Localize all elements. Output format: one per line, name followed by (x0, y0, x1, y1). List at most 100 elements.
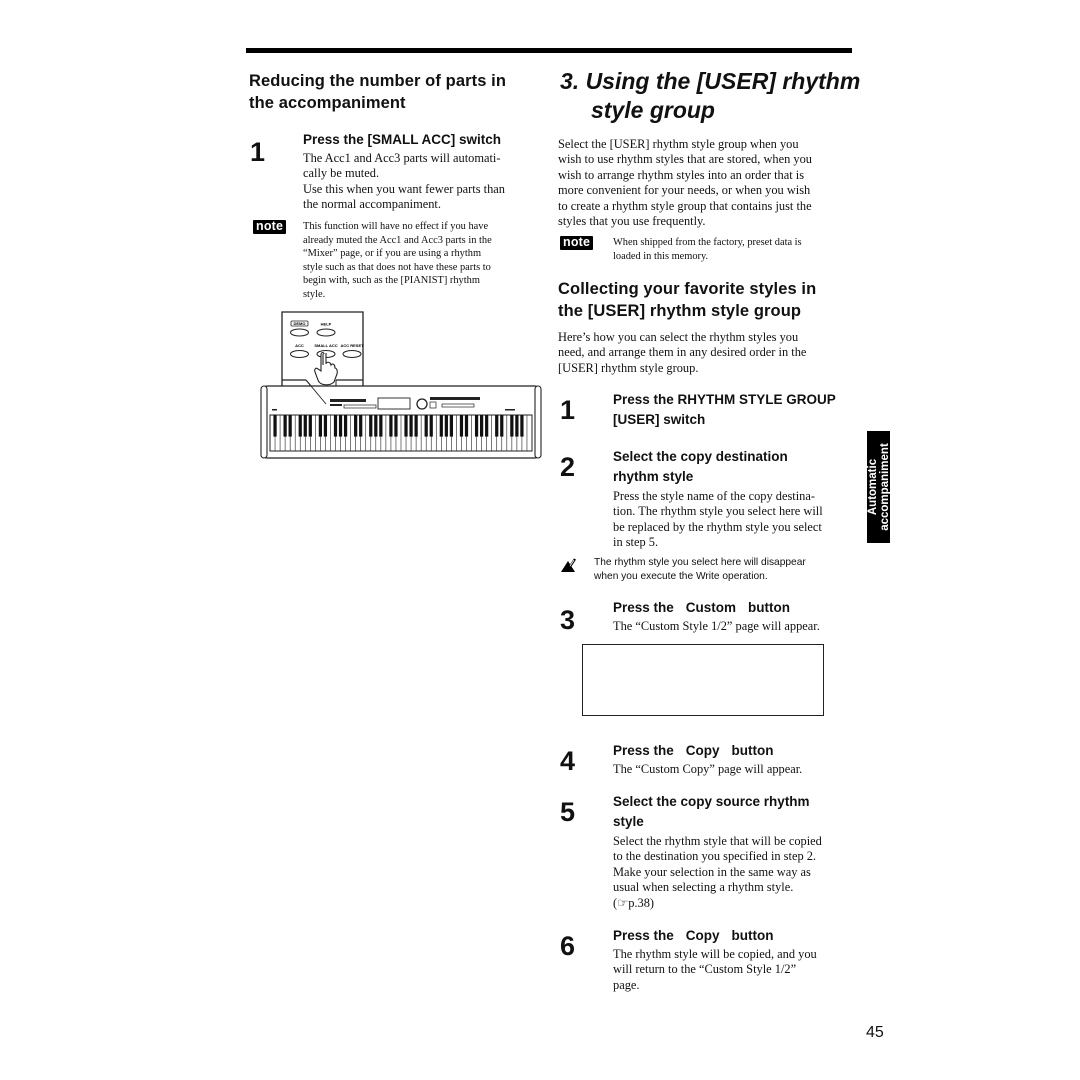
side-tab-line: accompaniment (878, 443, 891, 531)
black-key (333, 415, 338, 437)
subheading: Collecting your favorite styles in the [… (558, 278, 816, 322)
step-number: 5 (560, 797, 576, 827)
step-number: 6 (560, 931, 576, 961)
body-line: Select the [USER] rhythm style group whe… (558, 137, 799, 151)
black-key (459, 415, 464, 437)
top-rule (246, 48, 852, 53)
black-key (343, 415, 348, 437)
body-line: wish to use rhythm styles that are store… (558, 152, 812, 167)
caution-line: The rhythm style you select here will di… (594, 557, 806, 568)
title-line: Press the RHYTHM STYLE GROUP (613, 392, 836, 407)
body-line: styles that you use frequently. (558, 214, 706, 229)
step-title: Press the Copy button (613, 741, 774, 761)
heading-line: Collecting your favorite styles in (558, 280, 817, 298)
body-line: page. (613, 977, 640, 992)
caution-text: The rhythm style you select here will di… (594, 556, 854, 583)
note-line: When shipped from the factory, preset da… (613, 237, 802, 248)
chapter-side-tab[interactable]: Automatic accompaniment (867, 431, 891, 543)
panel-label-acc-reset: ACC RESET (340, 343, 364, 348)
note-line: style. (303, 288, 326, 300)
step-title: Select the copy source rhythm style (613, 792, 810, 832)
page-reference-link[interactable]: (☞p.38) (613, 896, 858, 911)
body-line: Make your selection in the same way as (613, 864, 811, 879)
keyboard-illustration: DEMO HELP ACC SMALL ACC ACC RESET (260, 311, 542, 459)
title-line: 3. Using the [USER] rhythm (560, 68, 861, 94)
black-key (389, 415, 393, 437)
caution-line: when you execute the Write operation. (594, 570, 768, 582)
note-text: This function will have no effect if you… (303, 220, 543, 301)
note-line: This function will have no effect if you… (303, 221, 489, 232)
note-text: When shipped from the factory, preset da… (613, 236, 853, 263)
black-key (318, 415, 322, 437)
pointing-hand-icon (314, 352, 338, 386)
black-key (480, 415, 484, 437)
title-suffix: button (731, 928, 774, 943)
note-line: loaded in this memory. (613, 250, 709, 262)
intro-paragraph: Select the [USER] rhythm style group whe… (558, 137, 858, 229)
body-line: cally be muted. (303, 166, 380, 181)
step-title: Press the RHYTHM STYLE GROUP [USER] swit… (613, 390, 836, 430)
title-suffix: button (731, 743, 774, 758)
step-number: 3 (560, 605, 576, 635)
black-key (359, 415, 363, 437)
body-line: in step 5. (613, 535, 659, 550)
black-key (510, 415, 514, 437)
note-line: begin with, such as the [PIANIST] rhythm (303, 275, 480, 286)
panel-label-demo: DEMO (294, 321, 306, 326)
step-body: Select the rhythm style that will be cop… (613, 834, 858, 911)
title-prefix: Press the (613, 600, 674, 615)
custom-button-label: Custom (685, 600, 737, 615)
black-key (474, 415, 479, 437)
black-key (520, 415, 524, 437)
chapter-title: 3. Using the [USER] rhythm style group (560, 67, 860, 125)
body-line: [USER] rhythm style group. (558, 360, 699, 375)
body-line: Press the style name of the copy destina… (613, 489, 815, 503)
step-title: Press the [SMALL ACC] switch (303, 132, 502, 147)
black-key (449, 415, 453, 437)
title-line: Select the copy destination (613, 449, 788, 464)
body-line: to the destination you specified in step… (613, 849, 817, 864)
body-line: to create a rhythm style group that cont… (558, 198, 812, 213)
step-body: The Acc1 and Acc3 parts will automati- c… (303, 151, 543, 213)
step-body: The “Custom Copy” page will appear. (613, 762, 803, 776)
copy-button-label: Copy (685, 743, 720, 758)
black-key (404, 415, 408, 437)
note-badge: note (560, 236, 594, 250)
body-line: tion. The rhythm style you select here w… (613, 504, 823, 519)
black-key (303, 415, 307, 437)
caution-hand-icon (561, 558, 576, 572)
black-key (464, 415, 469, 437)
black-key (369, 415, 373, 437)
black-key (379, 415, 383, 437)
heading-line: the accompaniment (249, 94, 406, 112)
black-key (308, 415, 312, 437)
step-title: Press the Copy button (613, 926, 774, 946)
black-key (288, 415, 292, 437)
heading-line: Reducing the number of parts in (249, 72, 507, 90)
note-line: style such as that does not have these p… (303, 261, 491, 273)
step-body: The “Custom Style 1/2” page will appear. (613, 619, 820, 633)
step-number: 4 (560, 746, 576, 776)
title-line: style (613, 814, 644, 829)
body-line: need, and arrange them in any desired or… (558, 345, 807, 360)
body-line: Select the rhythm style that will be cop… (613, 834, 822, 848)
black-key (273, 415, 277, 437)
body-line: the normal accompaniment. (303, 197, 441, 212)
black-key (394, 415, 398, 437)
title-line: rhythm style (613, 469, 694, 484)
black-key (500, 415, 504, 437)
black-key (424, 415, 428, 437)
black-key (444, 415, 448, 437)
body-line: more convenient for your needs, or when … (558, 183, 811, 198)
black-key (495, 415, 499, 437)
note-line: “Mixer” page, or if you are using a rhyt… (303, 248, 482, 259)
body-line: will return to the “Custom Style 1/2” (613, 962, 797, 977)
title-prefix: Press the (613, 928, 674, 943)
black-key (283, 415, 287, 437)
sub-intro-paragraph: Here’s how you can select the rhythm sty… (558, 330, 858, 376)
step-number: 1 (250, 137, 266, 167)
section-heading: Reducing the number of parts in the acco… (249, 70, 506, 114)
title-line: style group (591, 97, 715, 123)
panel-label-help: HELP (321, 322, 332, 327)
note-badge: note (253, 220, 287, 234)
